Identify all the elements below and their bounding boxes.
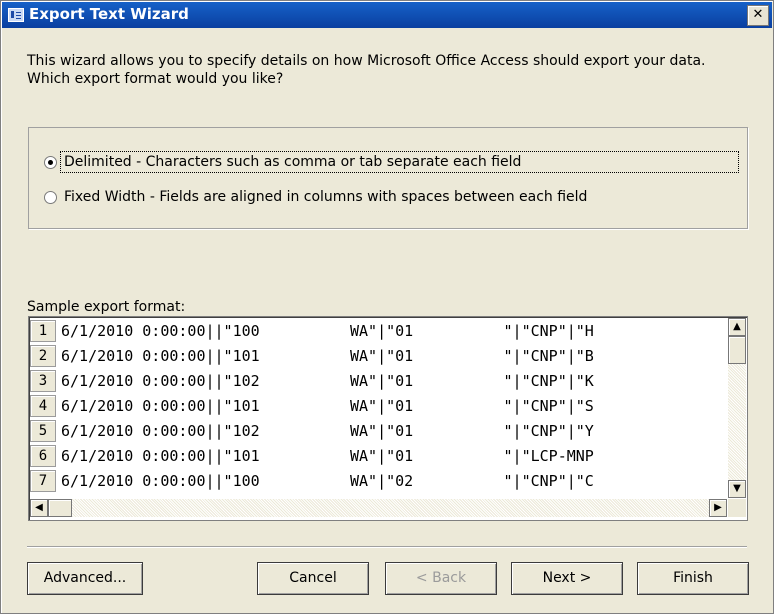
window-title: Export Text Wizard	[29, 5, 189, 23]
intro-text: This wizard allows you to specify detail…	[27, 53, 706, 87]
sample-export-label: Sample export format:	[27, 299, 186, 315]
row-number: 7	[30, 470, 56, 492]
row-text: 6/1/2010 0:00:00||"101 WA"|"01 "|"CNP"|"…	[61, 347, 594, 365]
delimited-option[interactable]: Delimited - Characters such as comma or …	[44, 151, 742, 175]
row-text: 6/1/2010 0:00:00||"100 WA"|"01 "|"CNP"|"…	[61, 322, 594, 340]
close-button[interactable]: ✕	[747, 5, 769, 26]
preview-row: 6 6/1/2010 0:00:00||"101 WA"|"01 "|"LCP-…	[30, 443, 727, 468]
cancel-button[interactable]: Cancel	[257, 562, 369, 595]
row-number: 1	[30, 320, 56, 342]
arrow-right-icon: ▶	[714, 502, 722, 513]
row-text: 6/1/2010 0:00:00||"101 WA"|"01 "|"CNP"|"…	[61, 397, 594, 415]
row-number: 2	[30, 345, 56, 367]
advanced-button[interactable]: Advanced...	[27, 562, 143, 595]
preview-row: 5 6/1/2010 0:00:00||"102 WA"|"01 "|"CNP"…	[30, 418, 727, 443]
preview-row: 4 6/1/2010 0:00:00||"101 WA"|"01 "|"CNP"…	[30, 393, 727, 418]
scroll-left-button[interactable]: ◀	[30, 499, 48, 517]
preview-row: 2 6/1/2010 0:00:00||"101 WA"|"01 "|"CNP"…	[30, 343, 727, 368]
preview-row: 7 6/1/2010 0:00:00||"100 WA"|"02 "|"CNP"…	[30, 468, 727, 493]
horizontal-scroll-thumb[interactable]	[48, 499, 72, 517]
arrow-down-icon: ▼	[733, 483, 741, 494]
table-icon	[8, 8, 24, 22]
finish-button[interactable]: Finish	[637, 562, 749, 595]
preview-rows: 1 6/1/2010 0:00:00||"100 WA"|"01 "|"CNP"…	[30, 318, 727, 498]
preview-row: 1 6/1/2010 0:00:00||"100 WA"|"01 "|"CNP"…	[30, 318, 727, 343]
row-text: 6/1/2010 0:00:00||"101 WA"|"01 "|"LCP-MN…	[61, 447, 594, 465]
scroll-up-button[interactable]: ▲	[728, 318, 746, 336]
delimited-radio[interactable]	[44, 156, 57, 169]
scroll-down-button[interactable]: ▼	[728, 480, 746, 498]
close-icon: ✕	[752, 7, 764, 22]
sample-preview[interactable]: 1 6/1/2010 0:00:00||"100 WA"|"01 "|"CNP"…	[28, 316, 748, 521]
row-text: 6/1/2010 0:00:00||"100 WA"|"02 "|"CNP"|"…	[61, 472, 594, 490]
fixed-width-label[interactable]: Fixed Width - Fields are aligned in colu…	[64, 189, 587, 205]
fixed-width-radio[interactable]	[44, 191, 57, 204]
back-button[interactable]: < Back	[385, 562, 497, 595]
scrollbar-corner	[728, 499, 746, 517]
arrow-left-icon: ◀	[35, 502, 43, 513]
button-separator	[27, 546, 747, 548]
preview-row: 3 6/1/2010 0:00:00||"102 WA"|"01 "|"CNP"…	[30, 368, 727, 393]
fixed-width-option[interactable]: Fixed Width - Fields are aligned in colu…	[44, 189, 694, 210]
row-number: 6	[30, 445, 56, 467]
row-number: 5	[30, 420, 56, 442]
scroll-right-button[interactable]: ▶	[709, 499, 727, 517]
vertical-scroll-thumb[interactable]	[728, 336, 746, 364]
delimited-label[interactable]: Delimited - Characters such as comma or …	[64, 154, 521, 170]
row-text: 6/1/2010 0:00:00||"102 WA"|"01 "|"CNP"|"…	[61, 422, 594, 440]
title-bar: Export Text Wizard ✕	[2, 2, 772, 28]
arrow-up-icon: ▲	[733, 321, 741, 332]
row-text: 6/1/2010 0:00:00||"102 WA"|"01 "|"CNP"|"…	[61, 372, 594, 390]
format-options-group	[28, 127, 748, 229]
next-button[interactable]: Next >	[511, 562, 623, 595]
row-number: 3	[30, 370, 56, 392]
row-number: 4	[30, 395, 56, 417]
vertical-scrollbar[interactable]: ▲ ▼	[728, 318, 746, 498]
horizontal-scrollbar[interactable]: ◀ ▶	[30, 499, 727, 517]
